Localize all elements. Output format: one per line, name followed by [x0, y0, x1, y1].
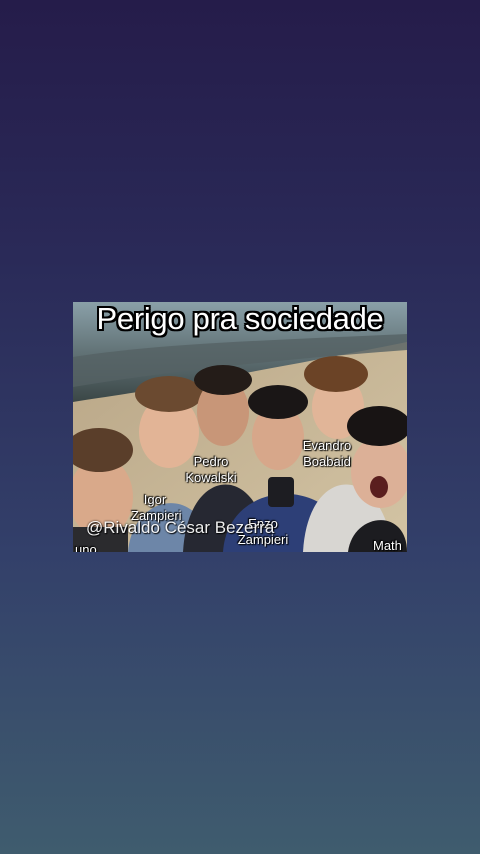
name-tag-left: uno: [75, 542, 97, 552]
name-tag-first: Igor: [143, 492, 167, 507]
name-tag-first: Evandro: [302, 438, 352, 453]
name-tag-pedro: Pedro Kowalski: [183, 454, 239, 486]
group-selfie-photo: [73, 302, 407, 552]
name-tag-first: Pedro: [193, 454, 229, 469]
name-tag-evandro: Evandro Boabaid: [299, 438, 355, 470]
name-tag-last: Kowalski: [185, 470, 237, 485]
name-tag-right: Math: [373, 538, 402, 552]
watermark: @Rivaldo César Bezerra: [86, 518, 275, 537]
name-tag-last: Boabaid: [303, 454, 351, 469]
meme-image: Perigo pra sociedade uno Igor Zampieri P…: [73, 302, 407, 552]
meme-title: Perigo pra sociedade: [96, 302, 384, 336]
